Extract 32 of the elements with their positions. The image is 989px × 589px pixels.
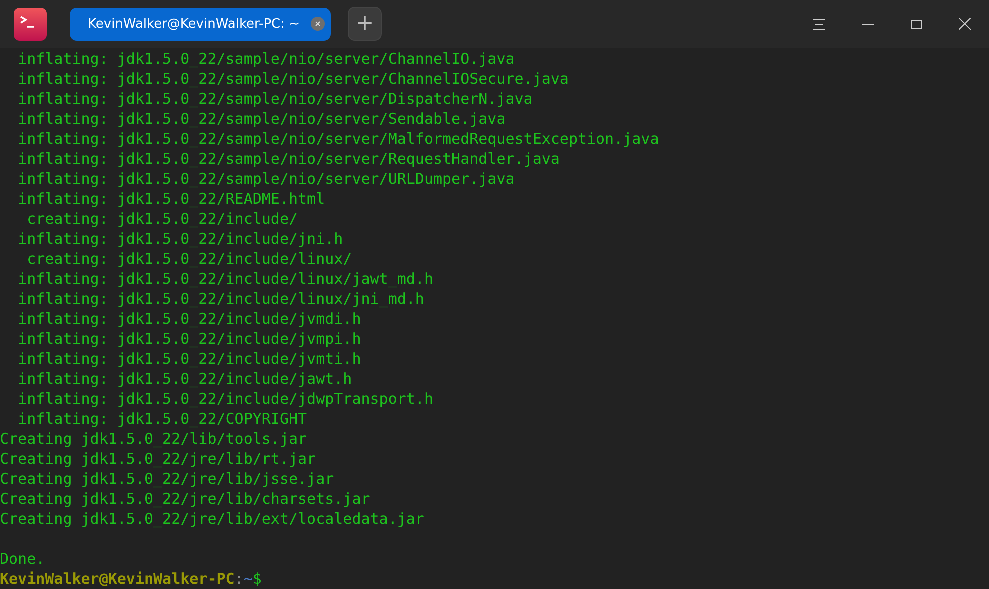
output-line: inflating: jdk1.5.0_22/include/jvmpi.h [17,329,362,349]
output-line: inflating: jdk1.5.0_22/sample/nio/server/ChannelIOSecure.java [17,69,569,89]
tab-label: KevinWalker@KevinWalker-PC: ~ [88,16,302,32]
output-line: inflating: jdk1.5.0_22/include/jvmdi.h [17,309,362,329]
output-line: Creating jdk1.5.0_22/lib/tools.jar [0,429,308,449]
output-line: inflating: jdk1.5.0_22/include/linux/jni_md.h [17,289,424,309]
output-line: inflating: jdk1.5.0_22/sample/nio/server/Sendable.java [17,109,506,129]
output-line: inflating: jdk1.5.0_22/include/jawt.h [17,369,352,389]
output-line: inflating: jdk1.5.0_22/include/jni.h [17,229,344,249]
output-line: inflating: jdk1.5.0_22/sample/nio/server/MalformedRequestException.java [17,129,660,149]
output-line: inflating: jdk1.5.0_22/include/linux/jawt_md.h [17,269,434,289]
new-tab-button[interactable]: + [348,7,382,41]
output-line: inflating: jdk1.5.0_22/include/jvmti.h [17,349,362,369]
prompt-path: ~ [244,569,253,589]
tab[interactable]: KevinWalker@KevinWalker-PC: ~ [70,8,331,40]
output-line: inflating: jdk1.5.0_22/COPYRIGHT [17,409,308,429]
prompt-user-host: KevinWalker@KevinWalker-PC [0,569,235,589]
output-line: Creating jdk1.5.0_22/jre/lib/charsets.jar [0,489,370,509]
output-line: Creating jdk1.5.0_22/jre/lib/ext/localedata.jar [0,509,424,529]
output-line: inflating: jdk1.5.0_22/sample/nio/server/DispatcherN.java [17,89,533,109]
output-line: inflating: jdk1.5.0_22/sample/nio/server/RequestHandler.java [17,149,560,169]
output-line: Creating jdk1.5.0_22/jre/lib/jsse.jar [0,469,334,489]
output-line: Creating jdk1.5.0_22/jre/lib/rt.jar [0,449,316,469]
output-line: inflating: jdk1.5.0_22/sample/nio/server/ChannelIO.java [17,49,515,69]
prompt-symbol: $ [252,569,262,589]
output-line: creating: jdk1.5.0_22/include/linux/ [26,249,352,269]
output-line: inflating: jdk1.5.0_22/include/jdwpTransport.h [17,389,434,409]
output-line: creating: jdk1.5.0_22/include/ [26,209,298,229]
output-line: Done. [0,549,46,569]
prompt-separator: : [234,569,244,589]
output-line: inflating: jdk1.5.0_22/sample/nio/server/URLDumper.java [17,169,515,189]
output-line: inflating: jdk1.5.0_22/README.html [17,189,326,209]
